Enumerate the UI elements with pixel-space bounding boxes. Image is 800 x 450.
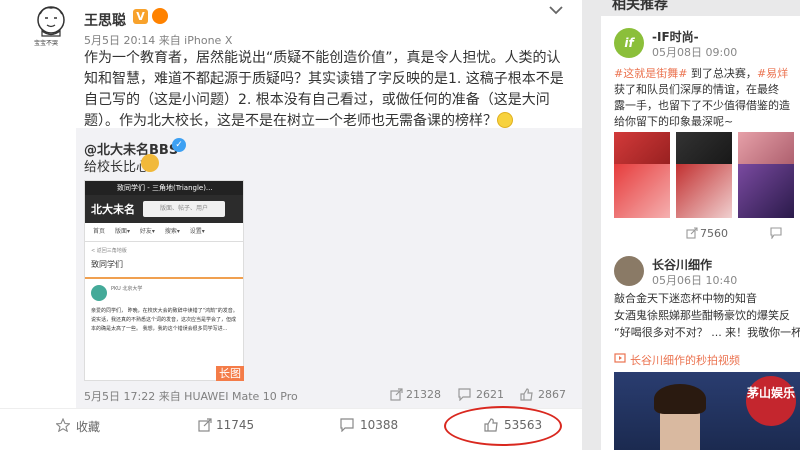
highlight-circle	[444, 406, 562, 446]
card-text: 敲合金天下迷恋杯中物的知音 女酒鬼徐熙娣那些酣畅豪饮的爆笑反 “好喝很多对不对？…	[614, 290, 800, 341]
like-icon[interactable]	[520, 388, 533, 401]
screenshot-nav-item: 首页	[93, 228, 106, 235]
repost-like-count[interactable]: 2867	[538, 388, 566, 401]
comment-icon[interactable]	[340, 418, 354, 432]
verified-badge-icon: V	[133, 9, 148, 24]
screenshot-poster: PKU 北京大学	[111, 286, 143, 292]
screenshot-nav-item: 搜索▾	[164, 228, 180, 235]
card-thumbnail[interactable]	[676, 164, 732, 218]
share-icon[interactable]	[198, 418, 212, 432]
card-text-line: 获了和队员们深厚的情谊，在最终	[614, 83, 779, 96]
sidebar-title: 相关推荐	[612, 0, 668, 13]
card-text-line: 敲合金天下迷恋杯中物的知音	[614, 292, 757, 305]
screenshot-poster-avatar	[91, 285, 107, 301]
screenshot-board-title: 致同学们	[91, 260, 123, 269]
post-author[interactable]: 王思聪	[84, 10, 126, 30]
card-text-line: 露一手，也留下了不少值得借鉴的造	[614, 99, 790, 112]
screenshot-topbar: 致同学们 - 三角地(Triangle)...	[85, 181, 243, 195]
hashtag-link[interactable]: #这就是街舞#	[614, 67, 687, 80]
repost-comment-count[interactable]: 2621	[476, 388, 504, 401]
repost-share-count[interactable]: 21328	[406, 388, 441, 401]
screenshot-nav: 首页 版面▾ 好友▾ 搜索▾ 设置▾	[85, 225, 243, 239]
chevron-down-icon[interactable]	[548, 4, 564, 16]
card-text-line: 女酒鬼徐熙娣那些酣畅豪饮的爆笑反	[614, 309, 790, 322]
smile-emoji-icon	[497, 112, 513, 128]
video-person-hair	[654, 384, 706, 414]
long-image-tag: 长图	[216, 366, 244, 381]
screenshot-nav-item: 设置▾	[189, 228, 205, 235]
post-body: 作为一个教育者，居然能说出“质疑不能创造价值”，真是令人担忧。人类的认知和智慧，…	[84, 48, 564, 132]
repost-image[interactable]: 致同学们 - 三角地(Triangle)... 北大未名 版面、帖子、用户 首页…	[84, 180, 244, 381]
video-thumbnail[interactable]: 茅山娱乐	[614, 372, 800, 450]
card-time: 05月06日 10:40	[652, 274, 738, 287]
card-author[interactable]: 长谷川细作	[652, 256, 712, 273]
card-text-line: 给你留下的印象最深呢~	[614, 115, 734, 128]
favorite-icon[interactable]	[56, 418, 70, 432]
avatar-caption: 宝宝不哭	[34, 40, 59, 47]
screenshot-post-text: 亲爱的同学们， 昨晚，在校庆大会的致辞中读错了“鸿鹄”的发音。说实话，我还真的不…	[91, 308, 238, 332]
share-button[interactable]: 11745	[216, 418, 254, 432]
verified-blue-icon: ✓	[172, 138, 186, 152]
share-icon[interactable]	[686, 227, 698, 239]
screenshot-nav-item: 版面▾	[114, 228, 130, 235]
card-thumbnail[interactable]	[738, 164, 794, 218]
card-avatar[interactable]	[614, 256, 644, 286]
card-thumbnail[interactable]	[614, 164, 670, 218]
screenshot-nav-item: 好友▾	[139, 228, 155, 235]
card-share-count[interactable]: 7560	[700, 227, 728, 240]
card-author[interactable]: -IF时尚-	[652, 28, 699, 45]
video-icon	[614, 353, 626, 363]
comment-button[interactable]: 10388	[360, 418, 398, 432]
card-text-line: “好喝很多对不对？ ... 来！我敬你一杯	[614, 326, 800, 339]
comment-icon[interactable]	[458, 388, 471, 401]
fan-badge-icon	[152, 8, 168, 24]
comment-icon[interactable]	[770, 227, 782, 239]
watermark-logo: 茅山娱乐	[746, 376, 796, 426]
screenshot-brand: 北大未名	[91, 203, 135, 216]
screenshot-back: < 返回三角地版	[91, 248, 127, 254]
screenshot-accent-line	[85, 277, 243, 279]
screenshot-search: 版面、帖子、用户	[143, 201, 225, 217]
post-body-text: 作为一个教育者，居然能说出“质疑不能创造价值”，真是令人担忧。人类的认知和智慧，…	[84, 50, 564, 129]
favorite-button[interactable]: 收藏	[76, 418, 100, 435]
card-text: #这就是街舞# 到了总决赛，#易烊 获了和队员们深厚的情谊，在最终 露一手，也留…	[614, 66, 800, 130]
card-time: 05月08日 09:00	[652, 46, 738, 59]
repost-meta: 5月5日 17:22 来自 HUAWEI Mate 10 Pro	[84, 390, 298, 403]
card-text-line: 到了总决赛，	[687, 67, 757, 80]
share-icon[interactable]	[390, 388, 403, 401]
video-link[interactable]: 长谷川细作的秒拍视频	[630, 352, 740, 368]
card-avatar[interactable]: if	[614, 28, 644, 58]
post-meta: 5月5日 20:14 来自 iPhone X	[84, 34, 233, 47]
heart-hand-emoji-icon	[141, 154, 159, 172]
screenshot-divider	[85, 241, 243, 242]
repost-text: 给校长比心	[84, 160, 150, 175]
hashtag-link[interactable]: #易烊	[757, 67, 788, 80]
